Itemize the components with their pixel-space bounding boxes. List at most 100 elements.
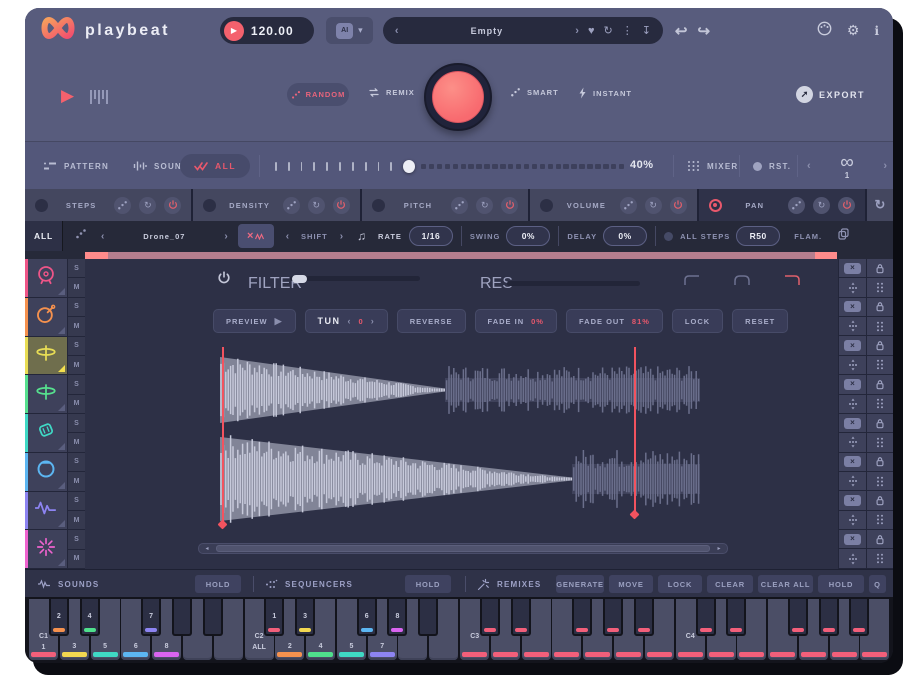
slider-handle[interactable] [403, 160, 415, 173]
all-steps-value[interactable]: R50 [736, 226, 780, 246]
filter-highpass-icon[interactable] [783, 273, 801, 291]
move-button[interactable]: MOVE [609, 575, 653, 593]
black-key[interactable]: 4 [80, 599, 100, 636]
remix-hold-button[interactable]: HOLD [818, 575, 864, 593]
tab-power-icon[interactable] [333, 197, 350, 214]
sample-random-icon[interactable] [75, 227, 87, 245]
randomize-step-button[interactable] [838, 317, 866, 336]
filter-bandpass-icon[interactable] [733, 273, 751, 291]
step-options-button[interactable] [866, 433, 893, 452]
tune-control[interactable]: TUN ‹ 0 › [305, 309, 388, 333]
lock-step-button[interactable] [866, 414, 893, 433]
solo-button[interactable]: S [67, 530, 85, 549]
transport-play-button[interactable]: ▶ [61, 86, 74, 106]
tab-volume[interactable]: VOLUME↻ [530, 189, 696, 221]
sync-mode-dropdown[interactable]: AI ▾ [326, 17, 373, 44]
lock-step-button[interactable] [866, 453, 893, 472]
randomize-step-button[interactable] [838, 433, 866, 452]
track-corner-handle[interactable] [58, 288, 65, 295]
filter-power-icon[interactable] [217, 271, 231, 285]
mute-button[interactable]: M [67, 395, 85, 414]
pattern-next-button[interactable]: › [883, 160, 887, 172]
tune-up-button[interactable]: › [371, 316, 375, 326]
tab-loop-icon[interactable]: ↻ [813, 197, 830, 214]
save-preset-icon[interactable]: ↧ [642, 24, 651, 37]
mute-button[interactable]: M [67, 472, 85, 491]
copy-icon[interactable] [838, 227, 849, 245]
settings-gear-icon[interactable]: ⚙ [847, 22, 860, 39]
tab-pitch[interactable]: PITCH↻ [362, 189, 528, 221]
bpm-play-icon[interactable]: ▶ [224, 21, 244, 41]
black-key[interactable]: 7 [141, 599, 161, 636]
tab-power-icon[interactable] [164, 197, 181, 214]
track-corner-handle[interactable] [58, 365, 65, 372]
tab-loop-icon[interactable]: ↻ [308, 197, 325, 214]
all-steps-cell[interactable]: ALL [25, 221, 63, 251]
waveform-display[interactable] [220, 347, 705, 532]
clear-step-button[interactable]: × [838, 530, 866, 549]
track-corner-handle[interactable] [58, 559, 65, 566]
tab-radio[interactable] [372, 199, 385, 212]
shuffle-preset-icon[interactable]: ↻ [603, 24, 612, 37]
mute-button[interactable]: M [67, 550, 85, 569]
step-options-button[interactable] [866, 317, 893, 336]
clear-step-button[interactable]: × [838, 298, 866, 317]
tab-power-icon[interactable] [501, 197, 518, 214]
black-key[interactable] [480, 599, 500, 636]
filter-lowpass-icon[interactable] [683, 273, 701, 291]
sample-next-button[interactable]: › [224, 231, 227, 242]
reset-sample-button[interactable]: RESET [732, 309, 788, 333]
mute-button[interactable]: M [67, 511, 85, 530]
track-corner-handle[interactable] [58, 327, 65, 334]
filter-slider-handle[interactable] [292, 275, 307, 283]
randomize-step-button[interactable] [838, 472, 866, 491]
bpm-value[interactable]: 120.00 [251, 24, 294, 38]
tune-down-button[interactable]: ‹ [348, 316, 352, 326]
waveform-scrollbar[interactable]: ◂ ▸ [198, 543, 728, 554]
black-key[interactable] [572, 599, 592, 636]
lock-step-button[interactable] [866, 530, 893, 549]
tabs-refresh-button[interactable]: ↻ [867, 189, 893, 221]
bpm-display[interactable]: ▶ 120.00 [220, 17, 314, 44]
export-button[interactable]: ➚ EXPORT [796, 86, 865, 103]
clear-step-button[interactable]: × [838, 259, 866, 278]
track-snare-drum[interactable] [25, 298, 67, 337]
tab-radio[interactable] [203, 199, 216, 212]
shift-left-button[interactable]: ‹ [286, 231, 289, 242]
tab-radio[interactable] [709, 199, 722, 212]
all-steps-dot[interactable] [664, 232, 673, 241]
clear-button[interactable]: CLEAR [707, 575, 753, 593]
pattern-prev-button[interactable]: ‹ [807, 160, 811, 172]
mute-button[interactable]: M [67, 278, 85, 297]
sample-start-marker[interactable] [222, 347, 224, 525]
mute-wave-button[interactable]: × [238, 224, 274, 248]
clear-step-button[interactable]: × [838, 336, 866, 355]
black-key[interactable] [511, 599, 531, 636]
complexity-slider[interactable] [275, 142, 627, 190]
solo-button[interactable]: S [67, 259, 85, 278]
clear-all-button[interactable]: CLEAR ALL [758, 575, 813, 593]
generate-button[interactable]: GENERATE [556, 575, 604, 593]
tab-dice-icon[interactable] [114, 197, 131, 214]
lock-button[interactable]: LOCK [672, 309, 723, 333]
tab-radio[interactable] [540, 199, 553, 212]
black-key[interactable]: 6 [357, 599, 377, 636]
clear-step-button[interactable]: × [838, 453, 866, 472]
randomize-step-button[interactable] [838, 549, 866, 568]
remix-button[interactable]: REMIX [368, 87, 415, 98]
smart-button[interactable]: SMART [510, 87, 559, 98]
black-key[interactable] [788, 599, 808, 636]
fade-out-button[interactable]: FADE OUT 81% [566, 309, 663, 333]
solo-button[interactable]: S [67, 337, 85, 356]
tab-steps[interactable]: STEPS↻ [25, 189, 191, 221]
mixer-button[interactable]: MIXER [687, 142, 738, 190]
clear-step-button[interactable]: × [838, 414, 866, 433]
clear-step-button[interactable]: × [838, 375, 866, 394]
black-key[interactable] [603, 599, 623, 636]
sounds-hold-button[interactable]: HOLD [195, 575, 241, 593]
mute-button[interactable]: M [67, 433, 85, 452]
black-key[interactable] [418, 599, 438, 636]
tab-power-icon[interactable] [670, 197, 687, 214]
tab-radio[interactable] [35, 199, 48, 212]
solo-button[interactable]: S [67, 414, 85, 433]
